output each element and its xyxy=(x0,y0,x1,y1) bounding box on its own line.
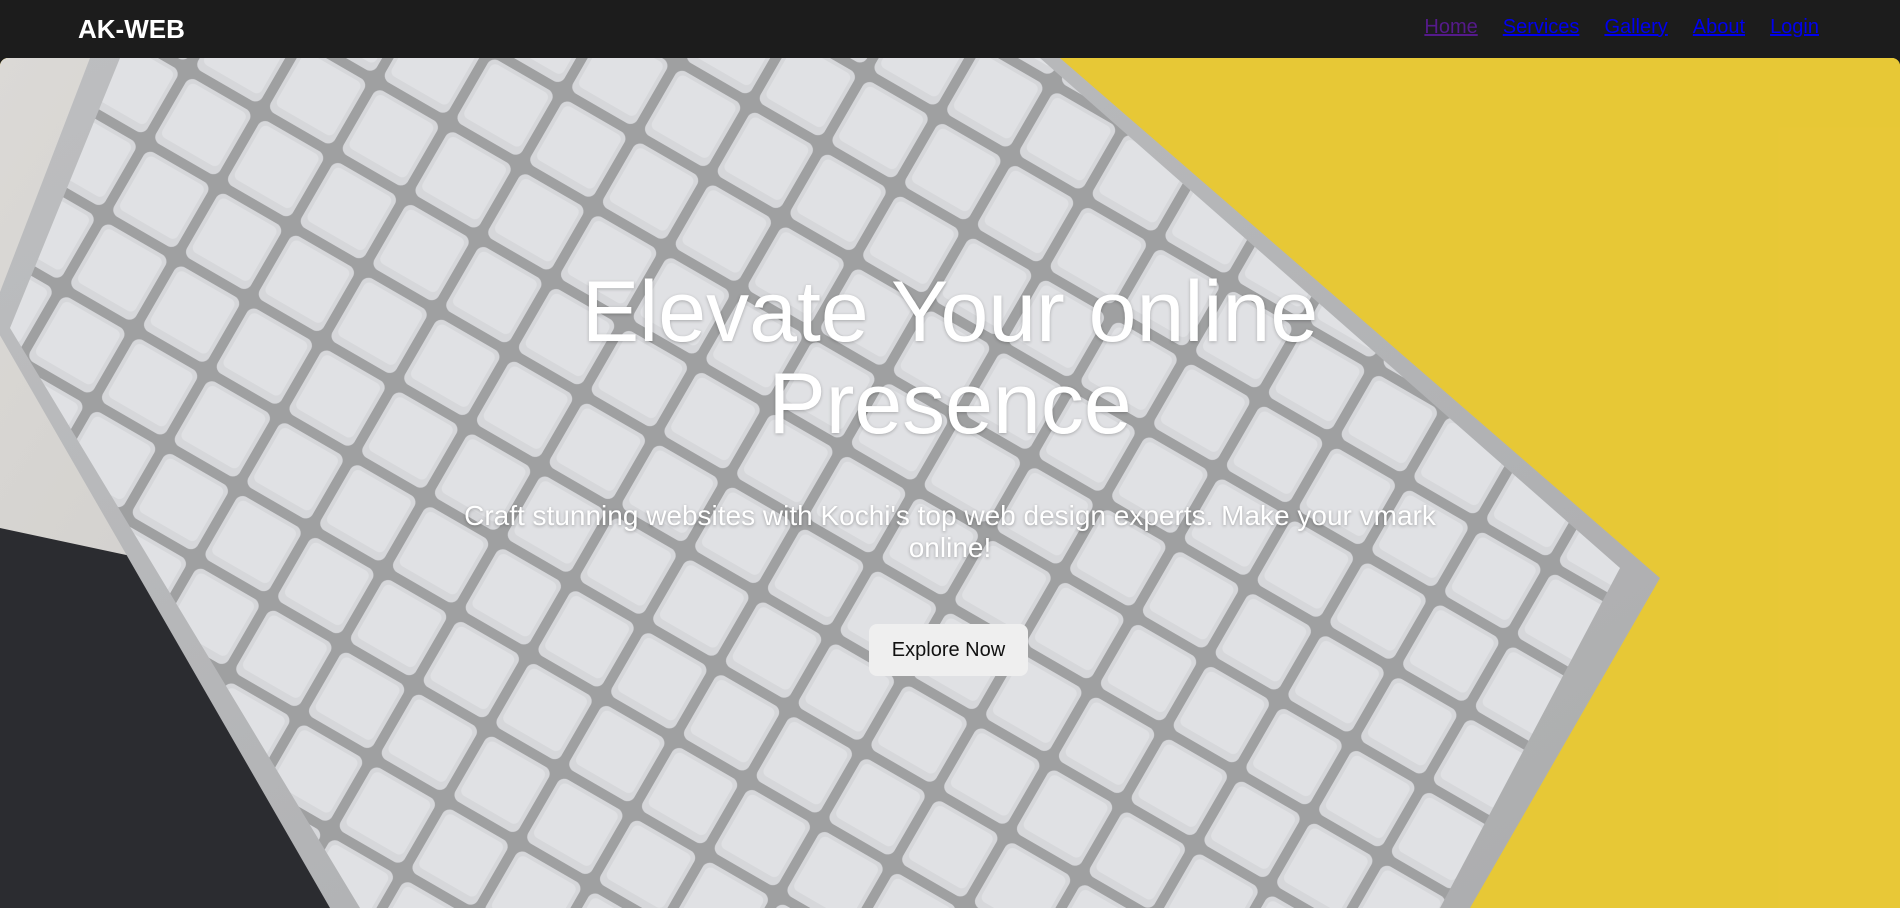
explore-now-button[interactable]: Explore Now xyxy=(869,624,1028,676)
navbar: AK-WEB Home Services Gallery About Login xyxy=(0,0,1900,58)
nav-about-link[interactable]: About xyxy=(1693,16,1745,39)
site-logo[interactable]: AK-WEB xyxy=(78,14,185,45)
hero-title: Elevate Your online Presence xyxy=(581,264,1319,452)
nav-links: Home Services Gallery About Login xyxy=(1424,16,1819,39)
hero-subtitle: Craft stunning websites with Kochi's top… xyxy=(464,500,1436,563)
nav-login-link[interactable]: Login xyxy=(1770,16,1819,39)
nav-gallery-link[interactable]: Gallery xyxy=(1604,16,1667,39)
hero-content: Elevate Your online Presence Craft stunn… xyxy=(0,58,1900,908)
nav-home-link[interactable]: Home xyxy=(1424,16,1477,39)
hero-section: Elevate Your online Presence Craft stunn… xyxy=(0,58,1900,908)
nav-services-link[interactable]: Services xyxy=(1503,16,1580,39)
